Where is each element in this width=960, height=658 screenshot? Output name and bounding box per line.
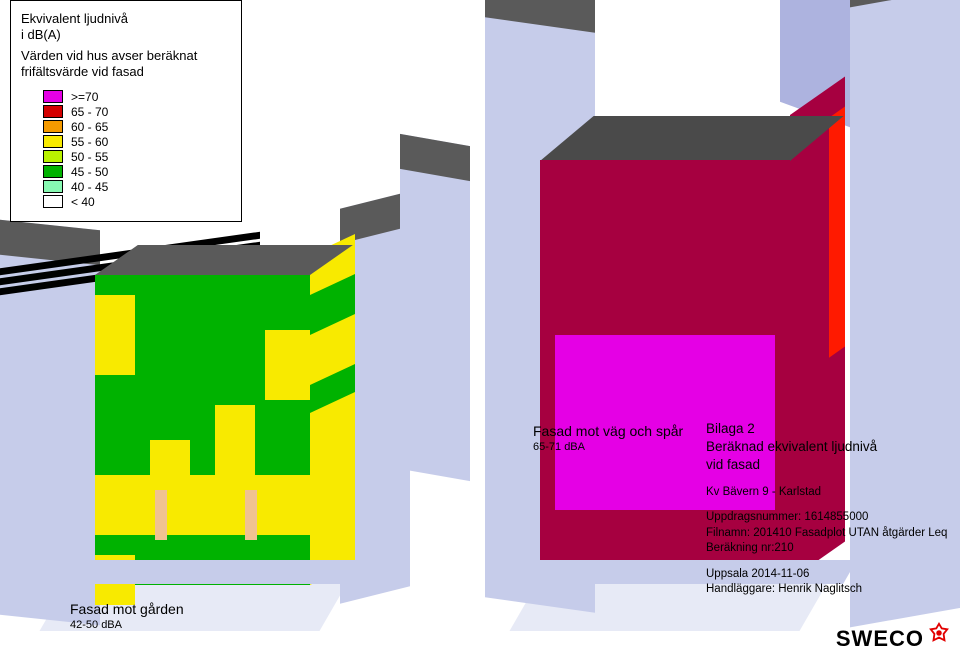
legend-row: >=70	[21, 89, 231, 104]
legend-title-line1: Ekvivalent ljudnivå	[21, 11, 128, 26]
legend-box: Ekvivalent ljudnivå i dB(A) Värden vid h…	[10, 0, 242, 222]
legend-row: 45 - 50	[21, 164, 231, 179]
ground-slab-front	[33, 560, 377, 584]
legend-rows: >=70 65 - 70 60 - 65 55 - 60 50 - 55 45 …	[21, 89, 231, 209]
info-bilaga-text: Bilaga 2	[706, 421, 755, 436]
info-date: Uppsala 2014-11-06	[706, 567, 956, 583]
legend-row: 65 - 70	[21, 104, 231, 119]
caption-left-value: 42-50 dBA	[70, 618, 184, 632]
caption-left: Fasad mot gården 42-50 dBA	[70, 600, 184, 632]
legend-label: 60 - 65	[71, 120, 108, 134]
sweco-logo-text: SWECO	[836, 626, 924, 652]
legend-label: < 40	[71, 195, 95, 209]
swatch-icon	[43, 180, 63, 193]
bg-building	[400, 134, 470, 481]
caption-mid: Fasad mot väg och spår 65-71 dBA	[533, 422, 683, 454]
info-footer: Uppsala 2014-11-06 Handläggare: Henrik N…	[706, 567, 956, 598]
legend-label: 65 - 70	[71, 105, 108, 119]
swatch-icon	[43, 105, 63, 118]
building-left	[95, 255, 355, 585]
sweco-logo: SWECO	[836, 626, 950, 652]
info-details: Uppdragsnummer: 1614855000 Filnamn: 2014…	[706, 510, 956, 557]
swatch-icon	[43, 135, 63, 148]
legend-label: >=70	[71, 90, 98, 104]
info-desc-line1: Beräknad ekvivalent ljudnivå	[706, 439, 877, 454]
info-berakning: Beräkning nr:210	[706, 541, 956, 557]
legend-label: 40 - 45	[71, 180, 108, 194]
legend-subtitle-line1: Värden vid hus avser beräknat	[21, 48, 197, 63]
legend-row: < 40	[21, 194, 231, 209]
legend-row: 60 - 65	[21, 119, 231, 134]
swatch-icon	[43, 90, 63, 103]
info-filnamn: Filnamn: 201410 Fasadplot UTAN åtgärder …	[706, 526, 956, 542]
building-left-side	[310, 234, 355, 585]
info-bilaga: Bilaga 2 Beräknad ekvivalent ljudnivå vi…	[706, 420, 956, 475]
building-left-facade	[95, 275, 310, 585]
legend-label: 50 - 55	[71, 150, 108, 164]
info-project: Kv Bävern 9 - Karlstad	[706, 485, 956, 501]
info-desc-line2: vid fasad	[706, 457, 760, 472]
legend-title: Ekvivalent ljudnivå i dB(A)	[21, 11, 231, 42]
swatch-icon	[43, 150, 63, 163]
legend-label: 55 - 60	[71, 135, 108, 149]
legend-label: 45 - 50	[71, 165, 108, 179]
info-uppdrag: Uppdragsnummer: 1614855000	[706, 510, 956, 526]
swatch-icon	[43, 165, 63, 178]
legend-row: 40 - 45	[21, 179, 231, 194]
building-left-roof	[95, 245, 353, 275]
legend-subtitle: Värden vid hus avser beräknat frifältsvä…	[21, 48, 231, 79]
legend-title-line2: i dB(A)	[21, 27, 61, 42]
info-handlaggare: Handläggare: Henrik Naglitsch	[706, 582, 956, 598]
legend-row: 55 - 60	[21, 134, 231, 149]
caption-left-title: Fasad mot gården	[70, 600, 184, 618]
caption-mid-value: 65-71 dBA	[533, 440, 683, 454]
info-block: Bilaga 2 Beräknad ekvivalent ljudnivå vi…	[706, 420, 956, 598]
swatch-icon	[43, 120, 63, 133]
sweco-logo-icon	[928, 622, 950, 644]
caption-mid-title: Fasad mot väg och spår	[533, 422, 683, 440]
legend-subtitle-line2: frifältsvärde vid fasad	[21, 64, 144, 79]
legend-row: 50 - 55	[21, 149, 231, 164]
swatch-icon	[43, 195, 63, 208]
